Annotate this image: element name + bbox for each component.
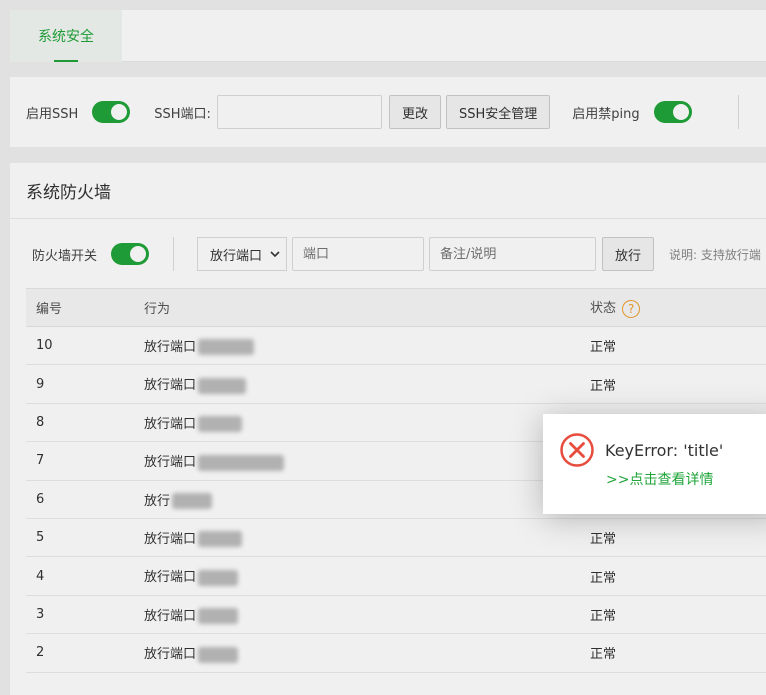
rule-action: 放行端口 [144, 416, 197, 432]
note-input[interactable] [429, 237, 597, 271]
rule-action-cell: 放行 [144, 480, 590, 519]
page: 系统安全 启用SSH SSH端口: 更改 SSH安全管理 启用禁ping 系统防… [0, 0, 766, 695]
ssh-port-input[interactable] [216, 95, 382, 129]
rule-id: 2 [26, 633, 144, 673]
tab-label: 系统安全 [38, 29, 94, 45]
firewall-switch-label: 防火墙开关 [32, 248, 98, 264]
redacted-blur [198, 646, 239, 663]
rule-action-cell: 放行端口 [144, 364, 590, 404]
rule-type-select[interactable]: 放行端口 [197, 237, 288, 271]
rule-status: 正常 [590, 518, 766, 558]
rule-id: 10 [26, 326, 144, 366]
redacted-blur [198, 608, 239, 625]
tab-active-indicator [54, 60, 78, 62]
column-header-id: 编号 [26, 288, 144, 327]
tab-system-security[interactable]: 系统安全 [10, 10, 122, 62]
hint-text: 说明: 支持放行端 [669, 247, 761, 262]
ssh-port-label: SSH端口: [154, 106, 211, 122]
column-header-status: 状态 ? [590, 288, 766, 327]
column-header-action: 行为 [144, 288, 590, 327]
rule-action: 放行端口 [144, 378, 197, 394]
rule-action-cell: 放行端口 [144, 556, 590, 596]
table-row: 10 放行端口 正常 [26, 326, 766, 366]
port-input[interactable] [292, 237, 425, 271]
rule-action-cell: 放行端口 [144, 441, 590, 481]
rule-id: 4 [26, 556, 144, 596]
redacted-blur [198, 569, 239, 586]
status-header-label: 状态 [590, 301, 617, 317]
change-port-button[interactable]: 更改 [388, 95, 441, 129]
disable-ping-toggle[interactable] [653, 101, 692, 123]
table-row: 2 放行端口 正常 [26, 633, 766, 673]
redacted-blur [198, 531, 243, 548]
rule-type-value: 放行端口 [210, 248, 263, 264]
divider [737, 95, 739, 129]
redacted-blur [198, 416, 243, 433]
rule-action-cell: 放行端口 [144, 595, 590, 635]
rule-id: 6 [26, 480, 144, 519]
tab-bar: 系统安全 [10, 10, 766, 62]
rule-status: 正常 [590, 364, 766, 404]
table-row: 4 放行端口 正常 [26, 556, 766, 596]
chevron-down-icon [270, 247, 280, 262]
enable-ssh-toggle[interactable] [92, 101, 131, 123]
rule-action-cell: 放行端口 [144, 326, 590, 366]
firewall-title: 系统防火墙 [10, 163, 766, 219]
redacted-blur [198, 339, 255, 356]
allow-button[interactable]: 放行 [602, 237, 655, 271]
redacted-blur [198, 377, 247, 394]
help-icon[interactable]: ? [622, 299, 641, 318]
rule-status: 正常 [590, 556, 766, 596]
rule-id: 8 [26, 403, 144, 443]
rule-action: 放行端口 [144, 455, 197, 471]
ssh-settings-bar: 启用SSH SSH端口: 更改 SSH安全管理 启用禁ping [10, 77, 766, 147]
error-toast: KeyError: 'title' >>点击查看详情 [543, 414, 766, 514]
redacted-blur [198, 454, 285, 471]
table-row: 5 放行端口 正常 [26, 518, 766, 558]
rule-id: 7 [26, 441, 144, 481]
disable-ping-label: 启用禁ping [572, 106, 640, 122]
view-details-link[interactable]: >>点击查看详情 [606, 469, 713, 489]
table-header-row: 编号 行为 状态 ? [26, 288, 766, 327]
table-row: 3 放行端口 正常 [26, 595, 766, 635]
rule-id: 3 [26, 595, 144, 635]
rule-action-cell: 放行端口 [144, 403, 590, 443]
rule-action: 放行端口 [144, 570, 197, 586]
rule-status: 正常 [590, 633, 766, 673]
divider [173, 237, 175, 271]
rule-action: 放行端口 [144, 608, 197, 624]
error-message: KeyError: 'title' [605, 441, 724, 460]
rule-action: 放行端口 [144, 647, 197, 663]
firewall-toolbar: 防火墙开关 放行端口 放行 说明: 支持放行端 [10, 237, 766, 271]
rule-id: 9 [26, 364, 144, 404]
rule-action: 放行端口 [144, 339, 197, 355]
rule-action: 放行 [144, 493, 171, 509]
table-row: 9 放行端口 正常 [26, 364, 766, 404]
rule-action-cell: 放行端口 [144, 633, 590, 673]
redacted-blur [172, 493, 213, 509]
ssh-security-manage-button[interactable]: SSH安全管理 [445, 95, 551, 129]
error-circle-icon [559, 432, 595, 472]
rule-status: 正常 [590, 326, 766, 366]
rule-action: 放行端口 [144, 531, 197, 547]
firewall-switch-toggle[interactable] [111, 243, 150, 265]
enable-ssh-label: 启用SSH [26, 106, 79, 122]
rule-id: 5 [26, 518, 144, 558]
rule-action-cell: 放行端口 [144, 518, 590, 558]
rule-status: 正常 [590, 595, 766, 635]
